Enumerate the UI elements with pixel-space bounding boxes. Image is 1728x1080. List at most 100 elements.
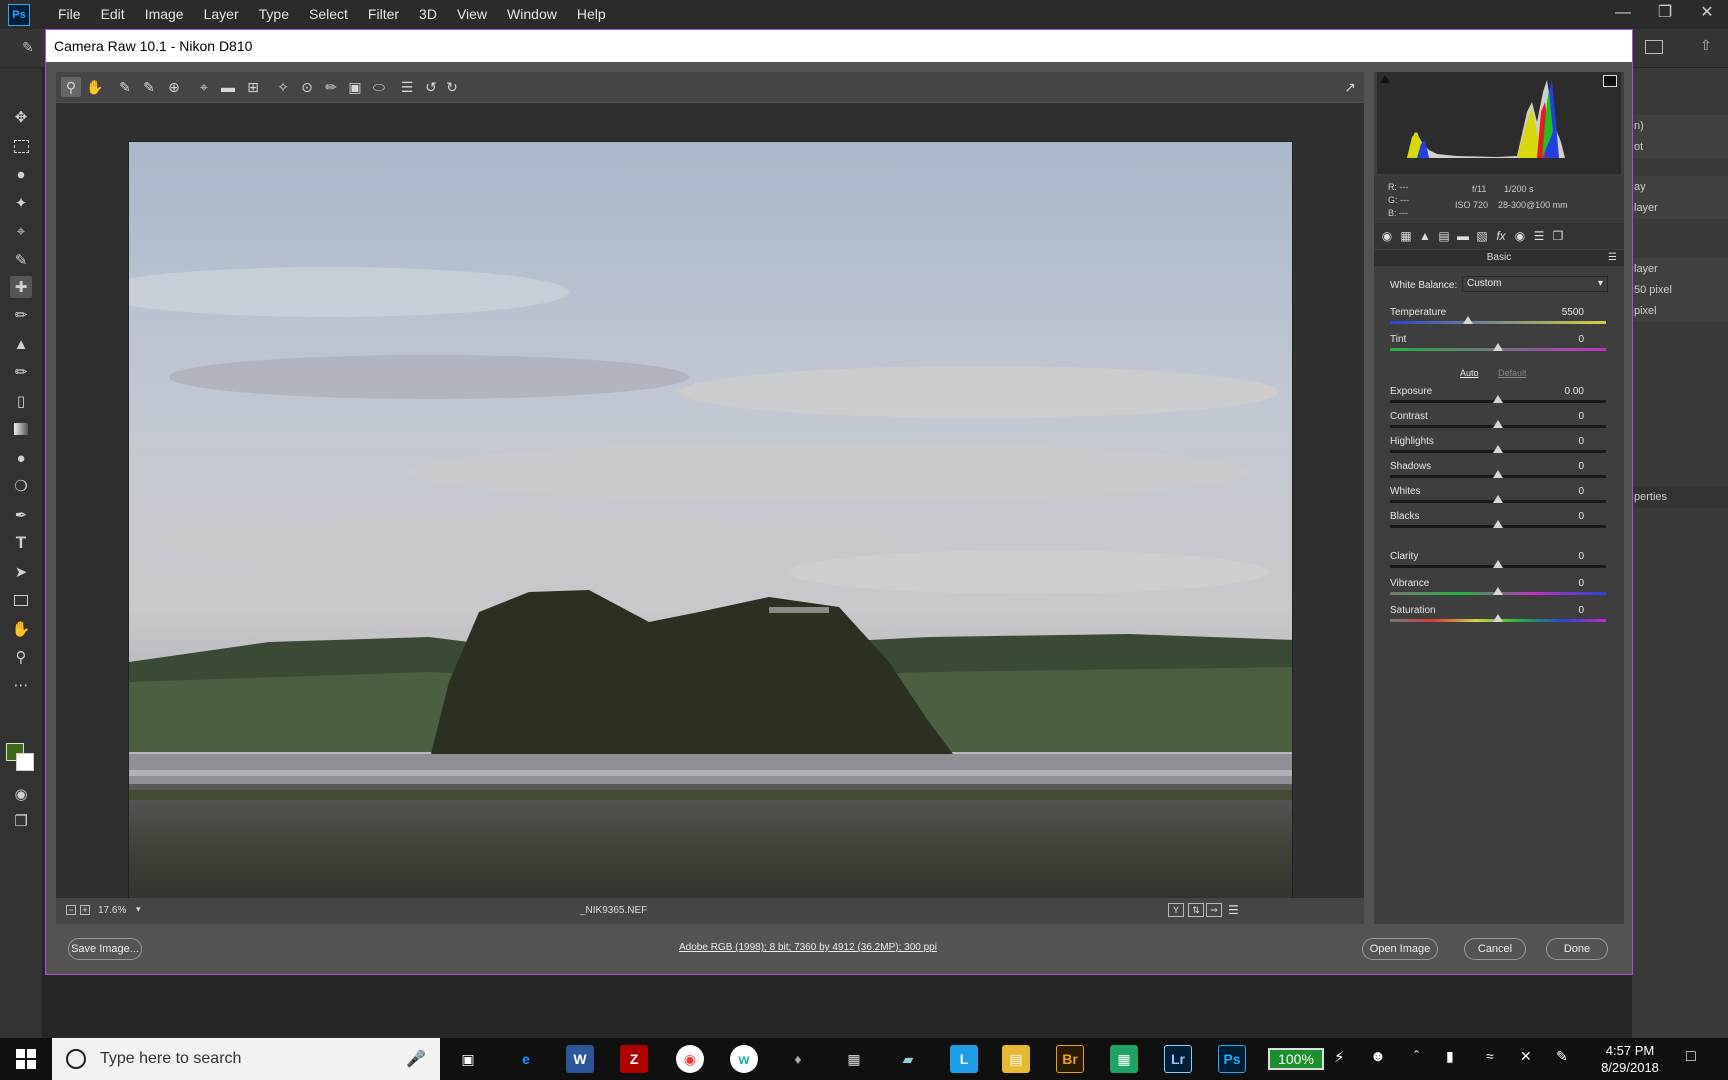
taskbar-search[interactable]: Type here to search 🎤 [52, 1038, 440, 1080]
slider-value-saturation[interactable]: 0 [1534, 605, 1584, 616]
quick-mask-icon[interactable]: ◉ [10, 783, 32, 805]
lightroom-icon[interactable]: Lr [1164, 1045, 1192, 1073]
preferences-icon[interactable]: ☰ [397, 77, 417, 97]
targeted-adjust-icon[interactable]: ⊕ [164, 77, 184, 97]
eraser-icon[interactable]: ▯ [10, 390, 32, 412]
highlight-clipping-icon[interactable] [1603, 75, 1617, 87]
hand-tool-icon[interactable]: ✋ [10, 618, 32, 640]
crop-icon[interactable]: ⌖ [194, 77, 214, 97]
app-icon[interactable]: ♦ [784, 1045, 812, 1073]
path-select-icon[interactable]: ➤ [10, 561, 32, 583]
slider-thumb-tint[interactable] [1493, 343, 1503, 351]
swap-settings-icon[interactable]: ⇅ [1188, 903, 1204, 917]
notifications-icon[interactable]: □ [1686, 1048, 1696, 1066]
menu-view[interactable]: View [447, 0, 497, 29]
rectangle-tool-icon[interactable] [10, 589, 32, 611]
zoom-dropdown-icon[interactable]: ▾ [136, 904, 141, 915]
slider-thumb-whites[interactable] [1493, 495, 1503, 503]
menu-type[interactable]: Type [249, 0, 299, 29]
healing-brush-icon[interactable]: ✎ [22, 39, 34, 56]
layer-row[interactable]: layer [1632, 197, 1728, 219]
restore-icon[interactable]: ❐ [1644, 0, 1686, 29]
menu-image[interactable]: Image [135, 0, 194, 29]
radial-filter-icon[interactable]: ⬭ [369, 77, 389, 97]
slider-value-highlights[interactable]: 0 [1534, 436, 1584, 447]
slider-thumb-highlights[interactable] [1493, 445, 1503, 453]
pen-tool-icon[interactable]: ✒ [10, 504, 32, 526]
layer-row[interactable]: n) [1632, 115, 1728, 137]
minimize-icon[interactable]: — [1602, 0, 1644, 29]
history-brush-icon[interactable]: ✏ [10, 361, 32, 383]
menu-layer[interactable]: Layer [194, 0, 249, 29]
zoom-level[interactable]: 17.6% [98, 905, 126, 916]
gradient-icon[interactable] [10, 418, 32, 440]
slider-value-temperature[interactable]: 5500 [1534, 307, 1584, 318]
slider-value-exposure[interactable]: 0.00 [1534, 386, 1584, 397]
task-view-icon[interactable]: ▣ [454, 1045, 482, 1073]
slider-value-blacks[interactable]: 0 [1534, 511, 1584, 522]
rotate-left-icon[interactable]: ↺ [421, 77, 441, 97]
bridge-icon[interactable]: Br [1056, 1045, 1084, 1073]
slider-thumb-vibrance[interactable] [1493, 587, 1503, 595]
zoom-in-icon[interactable]: + [80, 905, 90, 915]
wifi-icon[interactable]: ≈ [1486, 1048, 1494, 1064]
workflow-options-link[interactable]: Adobe RGB (1998); 8 bit; 7360 by 4912 (3… [679, 942, 937, 953]
lens-corrections-tab-icon[interactable]: ▧ [1474, 228, 1490, 244]
straighten-icon[interactable]: ▬ [218, 77, 238, 97]
sheets-icon[interactable]: ▦ [1110, 1045, 1138, 1073]
slider-thumb-clarity[interactable] [1493, 560, 1503, 568]
panel-menu-icon[interactable]: ☰ [1608, 252, 1617, 263]
volume-muted-icon[interactable]: ✕ [1520, 1048, 1532, 1065]
magic-wand-icon[interactable]: ✦ [10, 192, 32, 214]
more-tools-icon[interactable]: ⋯ [10, 674, 32, 696]
slider-track-temperature[interactable] [1390, 321, 1606, 324]
slider-value-tint[interactable]: 0 [1534, 334, 1584, 345]
zoom-tool-icon[interactable]: ⚲ [10, 646, 32, 668]
brush-tool-icon[interactable]: ✏ [10, 304, 32, 326]
layer-row[interactable]: ot [1632, 136, 1728, 158]
l-app-icon[interactable]: L [950, 1045, 978, 1073]
detail-tab-icon[interactable]: ▲ [1417, 228, 1433, 244]
healing-tool-icon[interactable]: ✚ [10, 276, 32, 298]
eyedropper-icon[interactable]: ✎ [10, 249, 32, 271]
dodge-tool-icon[interactable]: ❍ [10, 475, 32, 497]
basic-tab-icon[interactable]: ◉ [1379, 228, 1395, 244]
move-tool-icon[interactable]: ✥ [10, 106, 32, 128]
open-image-button[interactable]: Open Image [1362, 938, 1438, 960]
battery-icon[interactable]: ▮ [1446, 1048, 1454, 1065]
people-icon[interactable]: ☻ [1370, 1048, 1386, 1065]
presets-tab-icon[interactable]: ☰ [1531, 228, 1547, 244]
properties-panel-tab[interactable]: perties [1632, 486, 1728, 508]
transform-icon[interactable]: ⊞ [243, 77, 263, 97]
marquee-tool-icon[interactable] [10, 135, 32, 157]
lasso-tool-icon[interactable]: ⦁ [10, 163, 32, 185]
slider-value-shadows[interactable]: 0 [1534, 461, 1584, 472]
battery-indicator[interactable]: 100% [1268, 1048, 1324, 1070]
tone-curve-tab-icon[interactable]: ▦ [1398, 228, 1414, 244]
start-button[interactable] [0, 1038, 52, 1080]
slider-thumb-blacks[interactable] [1493, 520, 1503, 528]
screen-mode-icon[interactable]: ❐ [10, 810, 32, 832]
white-balance-icon[interactable]: ✎ [115, 77, 135, 97]
auto-button[interactable]: Auto [1460, 368, 1479, 378]
spot-removal-icon[interactable]: ✧ [273, 77, 293, 97]
slider-value-vibrance[interactable]: 0 [1534, 578, 1584, 589]
photoshop-taskbar-icon[interactable]: Ps [1218, 1045, 1246, 1073]
done-button[interactable]: Done [1546, 938, 1608, 960]
filezilla-icon[interactable]: Z [620, 1045, 648, 1073]
type-tool-icon[interactable]: T [10, 532, 32, 554]
menu-edit[interactable]: Edit [91, 0, 135, 29]
slider-thumb-exposure[interactable] [1493, 395, 1503, 403]
rotate-right-icon[interactable]: ↻ [442, 77, 462, 97]
background-color-swatch[interactable] [16, 753, 34, 771]
file-explorer-icon[interactable]: ▤ [1002, 1045, 1030, 1073]
menu-window[interactable]: Window [497, 0, 567, 29]
menu-select[interactable]: Select [299, 0, 358, 29]
system-clock[interactable]: 4:57 PM 8/29/2018 [1580, 1042, 1680, 1076]
fullscreen-icon[interactable]: ↗ [1340, 77, 1360, 97]
save-image-button[interactable]: Save Image... [68, 938, 142, 960]
slider-thumb-contrast[interactable] [1493, 420, 1503, 428]
layer-row[interactable]: layer [1632, 258, 1728, 280]
workspace-icon[interactable] [1645, 40, 1663, 54]
crop-tool-icon[interactable]: ⌖ [10, 220, 32, 242]
